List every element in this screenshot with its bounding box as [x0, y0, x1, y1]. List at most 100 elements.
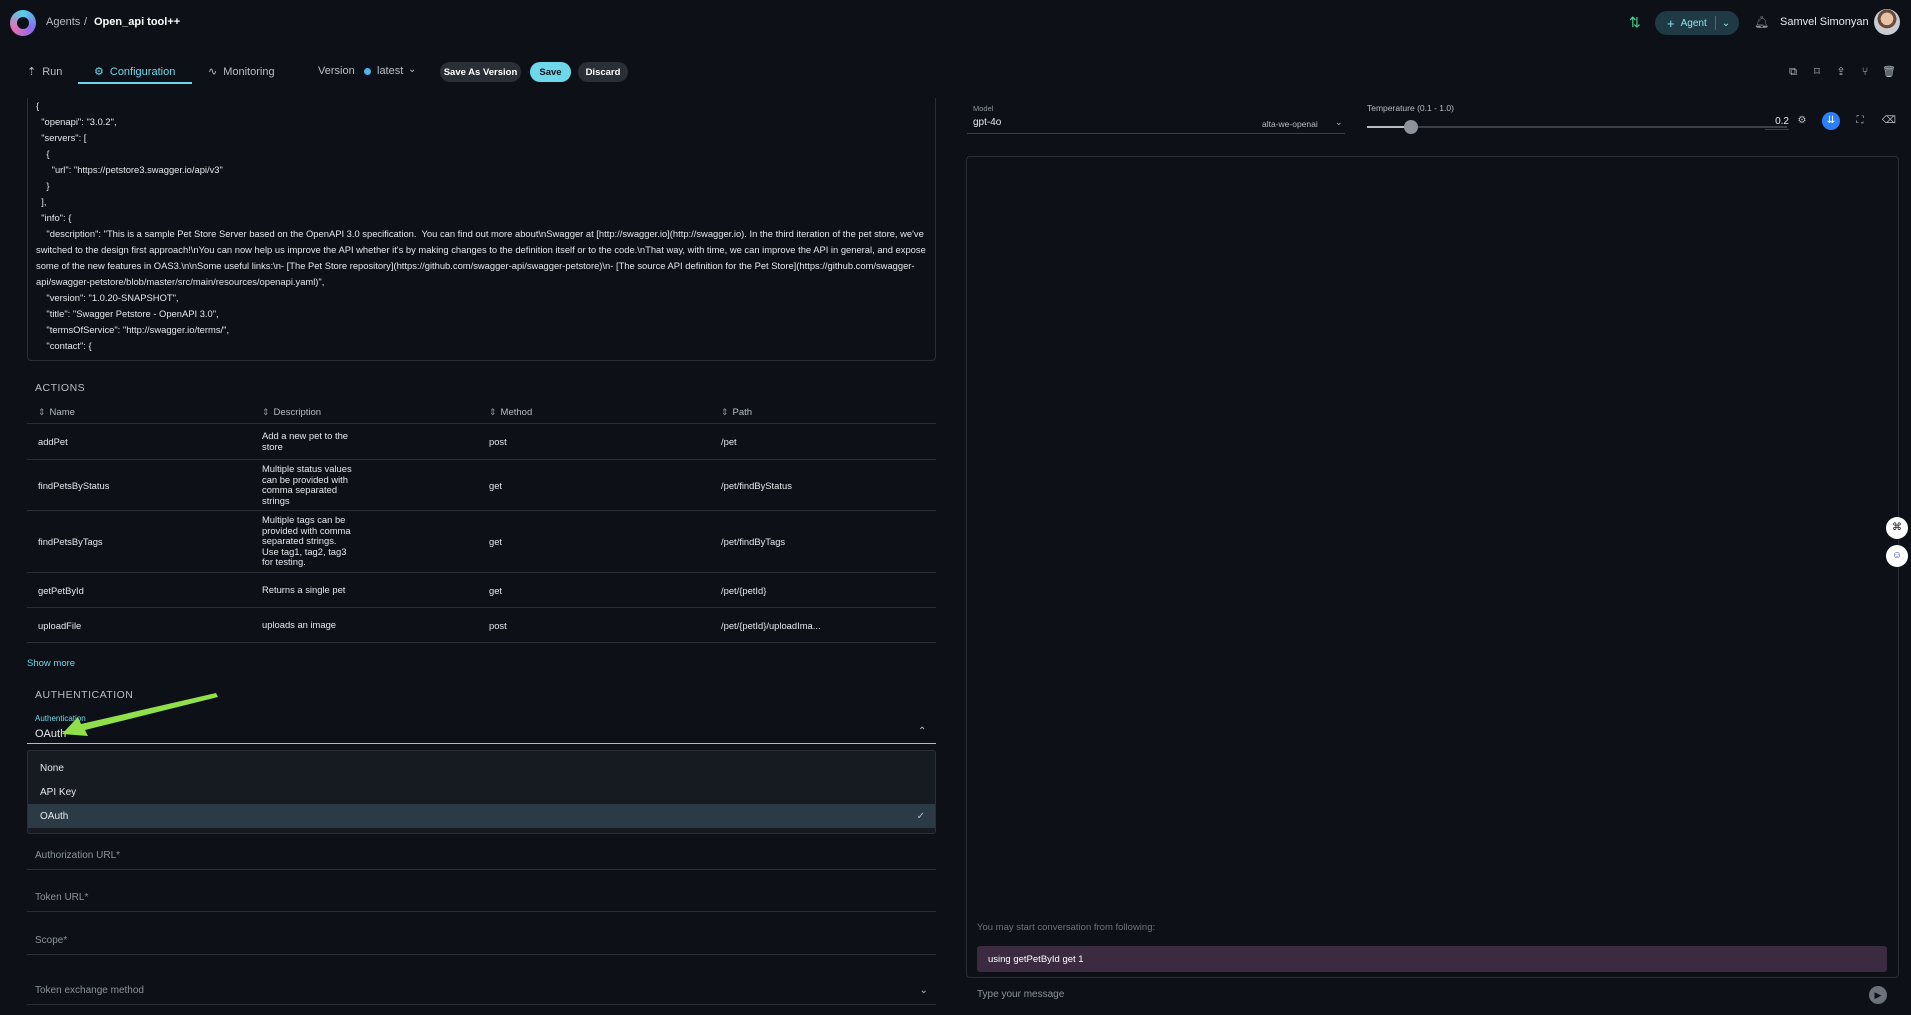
- tab-configuration[interactable]: ⚙ Configuration: [94, 65, 176, 79]
- conversation-start-hint: You may start conversation from followin…: [977, 922, 1156, 933]
- option-none[interactable]: None: [28, 756, 935, 780]
- temperature-input[interactable]: 0.2: [1765, 116, 1789, 130]
- chevron-down-icon[interactable]: ⌄: [408, 64, 416, 75]
- scope-field[interactable]: Scope*: [27, 925, 936, 955]
- action-name: findPetsByTags: [38, 536, 103, 547]
- plus-icon: +: [1667, 15, 1675, 31]
- tab-run-label: Run: [42, 65, 63, 78]
- column-name[interactable]: ⇕ Name: [27, 407, 254, 418]
- action-method: get: [489, 479, 503, 491]
- action-name: findPetsByStatus: [38, 479, 110, 491]
- authentication-dropdown: None API Key OAuth ✓: [27, 750, 936, 834]
- code-line: "contact": {: [36, 340, 92, 351]
- command-icon[interactable]: ⌘: [1886, 517, 1908, 539]
- action-method: post: [489, 619, 507, 631]
- app-logo[interactable]: [10, 10, 36, 36]
- authentication-underline: [27, 743, 936, 744]
- tab-run[interactable]: ⇡ Run: [27, 65, 63, 79]
- table-row[interactable]: getPetById Returns a single pet get /pet…: [27, 573, 936, 608]
- double-chevron-down-icon[interactable]: ⇊: [1822, 112, 1840, 130]
- code-line: "termsOfService": "http://swagger.io/ter…: [36, 324, 230, 335]
- code-line: "version": "1.0.20-SNAPSHOT",: [36, 292, 179, 303]
- code-line: "info": {: [36, 212, 72, 223]
- discard-button[interactable]: Discard: [578, 62, 628, 82]
- chart-icon: ∿: [208, 66, 218, 78]
- chat-message-input[interactable]: Type your message: [977, 989, 1064, 1000]
- fullscreen-icon[interactable]: ⛶: [1851, 112, 1869, 130]
- temperature-slider-track[interactable]: [1367, 126, 1787, 128]
- sync-icon[interactable]: ⇅: [1629, 14, 1641, 31]
- table-row[interactable]: findPetsByTags Multiple tags can be prov…: [27, 511, 936, 573]
- sort-icon: ⇕: [262, 407, 270, 417]
- tab-configuration-label: Configuration: [109, 65, 176, 78]
- action-path: /pet/findByTags: [721, 536, 786, 547]
- action-method: post: [489, 436, 507, 447]
- table-row[interactable]: addPet Add a new pet to the store post /…: [27, 424, 936, 460]
- user-name[interactable]: Samvel Simonyan: [1780, 16, 1869, 28]
- table-row[interactable]: uploadFile uploads an image post /pet/{p…: [27, 608, 936, 643]
- openapi-schema-editor[interactable]: { "openapi": "3.0.2", "servers": [ { "ur…: [27, 98, 936, 361]
- column-path[interactable]: ⇕ Path: [713, 407, 752, 418]
- model-select[interactable]: gpt-4o: [973, 117, 1001, 128]
- token-url-field[interactable]: Token URL*: [27, 882, 936, 912]
- model-label: Model: [973, 104, 994, 113]
- suggestion-chip[interactable]: using getPetById get 1: [977, 946, 1887, 972]
- avatar[interactable]: [1874, 9, 1900, 35]
- action-path: /pet: [721, 436, 737, 447]
- chevron-down-icon[interactable]: ⌄: [1335, 117, 1343, 128]
- action-description: uploads an image: [262, 618, 337, 630]
- action-path: /pet/{petId}: [721, 584, 767, 596]
- share-icon[interactable]: ⇪: [1833, 64, 1849, 80]
- top-bar: Agents / Open_api tool++ ⇅ + Agent ⌄ 🔔︎ …: [0, 0, 1911, 46]
- bell-icon[interactable]: 🔔︎: [1754, 15, 1769, 29]
- breadcrumb-agents[interactable]: Agents: [46, 16, 80, 28]
- save-as-version-button[interactable]: Save As Version: [440, 62, 521, 82]
- code-line: "servers": [: [36, 132, 87, 143]
- sort-icon: ⇕: [489, 407, 497, 417]
- model-provider: alta-we-openai: [1262, 119, 1318, 129]
- table-row[interactable]: findPetsByStatus Multiple status values …: [27, 460, 936, 511]
- authorization-url-field[interactable]: Authorization URL*: [27, 840, 936, 870]
- breadcrumb-separator: /: [84, 16, 88, 28]
- action-method: get: [489, 584, 503, 596]
- code-line: }: [36, 180, 50, 191]
- option-api-key[interactable]: API Key: [28, 780, 935, 804]
- chevron-up-icon[interactable]: ⌃: [918, 726, 926, 737]
- action-description: Add a new pet to the store: [262, 430, 349, 452]
- code-line: {: [36, 148, 50, 159]
- copy-icon[interactable]: ⧉: [1785, 64, 1801, 80]
- version-select[interactable]: latest: [377, 65, 403, 77]
- sort-icon: ⇕: [721, 407, 729, 417]
- option-oauth[interactable]: OAuth ✓: [28, 804, 935, 828]
- token-exchange-method-select[interactable]: Token exchange method ⌄: [27, 967, 936, 1005]
- tab-monitoring[interactable]: ∿ Monitoring: [208, 65, 275, 79]
- action-method: get: [489, 536, 503, 547]
- action-name: getPetById: [38, 584, 84, 596]
- tab-monitoring-label: Monitoring: [223, 65, 275, 78]
- actions-table: ⇕ Name ⇕ Description ⇕ Method ⇕ Path addPet …: [27, 402, 936, 643]
- save-button[interactable]: Save: [530, 62, 571, 82]
- bookmark-icon[interactable]: ⌑: [1809, 64, 1825, 80]
- chevron-down-icon[interactable]: ⌄: [1722, 18, 1730, 29]
- clear-chat-icon[interactable]: ⌫: [1880, 112, 1898, 130]
- chat-bot-icon[interactable]: ☺: [1886, 545, 1908, 567]
- fork-icon[interactable]: ⑂: [1857, 64, 1873, 80]
- delete-icon[interactable]: 🗑︎: [1881, 64, 1897, 80]
- column-method[interactable]: ⇕ Method: [481, 407, 713, 418]
- code-line: "openapi": "3.0.2",: [36, 116, 117, 127]
- send-icon[interactable]: ▶: [1869, 986, 1887, 1004]
- code-line: "title": "Swagger Petstore - OpenAPI 3.0…: [36, 308, 219, 319]
- column-description[interactable]: ⇕ Description: [254, 407, 481, 418]
- show-more-link[interactable]: Show more: [27, 658, 75, 669]
- action-path: /pet/{petId}/uploadIma...: [721, 619, 821, 631]
- temperature-slider-handle[interactable]: [1404, 120, 1419, 134]
- action-name: addPet: [38, 436, 68, 447]
- version-label: Version: [318, 65, 355, 77]
- code-line: ],: [36, 196, 47, 207]
- action-description: Multiple tags can be provided with comma…: [262, 514, 351, 568]
- chat-panel: [966, 156, 1899, 978]
- settings-icon[interactable]: ⚙: [1793, 112, 1811, 130]
- agent-button-label: Agent: [1680, 17, 1707, 29]
- add-agent-button[interactable]: + Agent ⌄: [1655, 11, 1739, 35]
- check-icon: ✓: [916, 810, 925, 822]
